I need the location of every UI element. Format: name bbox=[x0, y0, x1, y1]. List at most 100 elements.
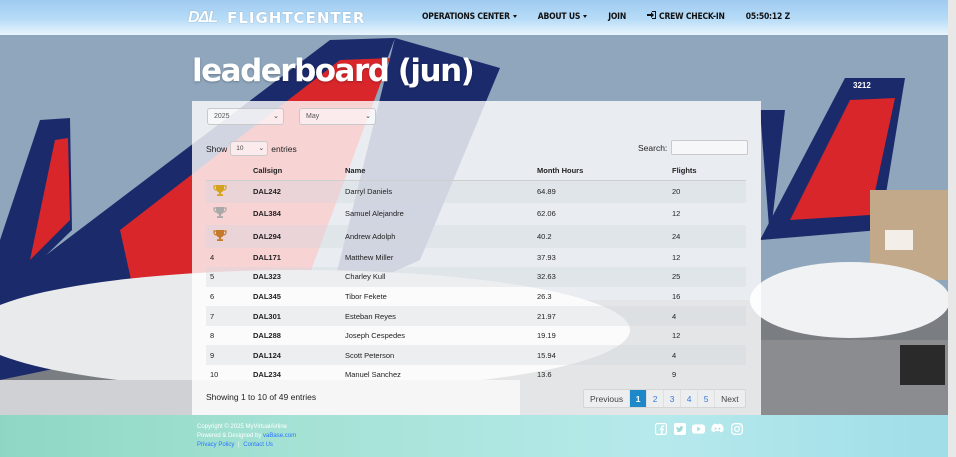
pagination-page-1[interactable]: 1 bbox=[630, 390, 648, 407]
pagination-page-3[interactable]: 3 bbox=[664, 390, 682, 407]
flights-cell: 9 bbox=[672, 370, 677, 380]
nav-about-us[interactable]: ABOUT US bbox=[538, 12, 588, 22]
name-cell: Esteban Reyes bbox=[341, 306, 533, 326]
month-hours-cell: 64.89 bbox=[533, 180, 668, 203]
table-row: DAL242 Darryl Daniels 64.89 20 bbox=[206, 180, 746, 203]
rank-cell: 5 bbox=[206, 267, 249, 287]
leaderboard-panel: 2025 ⌄ May ⌄ Show 10 ⌄ entries Search: C… bbox=[192, 101, 761, 415]
footer: Copyright © 2025 MyVirtualAirline Powere… bbox=[0, 415, 948, 457]
column-header-rank[interactable] bbox=[206, 161, 249, 181]
pagination-next[interactable]: Next bbox=[715, 390, 744, 407]
copyright: Copyright © 2025 MyVirtualAirline bbox=[197, 424, 288, 430]
flights-cell: 20 bbox=[668, 180, 746, 203]
name-cell: Matthew Miller bbox=[345, 252, 394, 262]
designed-by-label: Powered & Designed by bbox=[197, 433, 262, 439]
name-cell: Darryl Daniels bbox=[341, 180, 533, 203]
table-row: 10 DAL234 Manuel Sanchez 13.6 9 bbox=[206, 365, 746, 385]
rank-cell bbox=[206, 180, 249, 203]
month-hours-cell: 21.97 bbox=[533, 306, 668, 326]
privacy-policy-link[interactable]: Privacy Policy bbox=[197, 442, 234, 448]
rank-cell: 6 bbox=[210, 291, 215, 301]
pagination: Previous 1 2 3 4 5 Next bbox=[583, 389, 746, 408]
name-cell: Andrew Adolph bbox=[341, 225, 533, 248]
designed-by-link[interactable]: vaBase.com bbox=[263, 433, 296, 439]
nav-links: OPERATIONS CENTER ABOUT US JOIN CREW CHE… bbox=[422, 11, 790, 22]
month-hours-cell: 37.93 bbox=[537, 252, 556, 262]
pagination-page-5[interactable]: 5 bbox=[698, 390, 716, 407]
nav-operations-center[interactable]: OPERATIONS CENTER bbox=[422, 12, 517, 22]
flights-cell: 12 bbox=[672, 209, 681, 219]
flights-cell: 24 bbox=[668, 225, 746, 248]
chevron-down-icon: ⌄ bbox=[258, 145, 265, 152]
leaderboard-table: Callsign Name Month Hours Flights DAL242… bbox=[206, 161, 746, 385]
flights-cell: 4 bbox=[668, 306, 746, 326]
callsign-cell: DAL124 bbox=[249, 345, 341, 366]
table-header-row: Callsign Name Month Hours Flights bbox=[206, 161, 746, 181]
rank-cell: 10 bbox=[210, 370, 219, 380]
pagination-page-4[interactable]: 4 bbox=[681, 390, 699, 407]
table-body: DAL242 Darryl Daniels 64.89 20 DAL384 Samuel … bbox=[206, 180, 746, 385]
facebook-icon[interactable] bbox=[654, 422, 667, 435]
rank-cell: 7 bbox=[206, 306, 249, 326]
table-info: Showing 1 to 10 of 49 entries bbox=[206, 392, 317, 402]
rank-cell: 9 bbox=[206, 345, 249, 366]
flights-cell: 12 bbox=[672, 252, 681, 262]
table-row: 7 DAL301 Esteban Reyes 21.97 4 bbox=[206, 306, 746, 326]
discord-icon[interactable] bbox=[711, 422, 724, 435]
month-hours-cell: 40.2 bbox=[533, 225, 668, 248]
chevron-down-icon: ⌄ bbox=[273, 113, 279, 120]
youtube-icon[interactable] bbox=[692, 422, 705, 435]
contact-us-link[interactable]: Contact Us bbox=[243, 442, 273, 448]
pagination-page-2[interactable]: 2 bbox=[647, 390, 665, 407]
pagination-previous[interactable]: Previous bbox=[584, 390, 631, 407]
year-select[interactable]: 2025 ⌄ bbox=[207, 108, 284, 125]
social-links bbox=[654, 422, 743, 435]
table-row: 9 DAL124 Scott Peterson 15.94 4 bbox=[206, 345, 746, 366]
month-hours-cell: 19.19 bbox=[537, 331, 556, 341]
search-input[interactable] bbox=[671, 140, 749, 155]
callsign-cell: DAL234 bbox=[253, 370, 281, 380]
table-row: 5 DAL323 Charley Kull 32.63 25 bbox=[206, 267, 746, 287]
nav-crew-check-in[interactable]: CREW CHECK-IN bbox=[647, 11, 725, 22]
column-header-month-hours[interactable]: Month Hours bbox=[533, 161, 668, 181]
caret-down-icon bbox=[583, 15, 588, 18]
table-row: 4 DAL171 Matthew Miller 37.93 12 bbox=[206, 248, 746, 268]
name-cell: Scott Peterson bbox=[341, 345, 533, 366]
month-select[interactable]: May ⌄ bbox=[299, 108, 376, 125]
callsign-cell: DAL242 bbox=[249, 180, 341, 203]
instagram-icon[interactable] bbox=[730, 422, 743, 435]
month-hours-cell: 13.6 bbox=[537, 370, 552, 380]
column-header-name[interactable]: Name bbox=[341, 161, 533, 181]
brand-name: FLIGHTCENTER bbox=[227, 9, 366, 27]
trophy-gold-icon bbox=[213, 184, 227, 199]
trophy-bronze-icon bbox=[213, 229, 227, 244]
svg-text:3212: 3212 bbox=[853, 81, 871, 90]
flights-cell: 4 bbox=[668, 345, 746, 366]
caret-down-icon bbox=[512, 15, 517, 18]
utc-clock: 05:50:12 Z bbox=[745, 11, 790, 22]
flights-cell: 16 bbox=[672, 291, 681, 301]
top-navbar: DΔL FLIGHTCENTER OPERATIONS CENTER ABOUT… bbox=[0, 0, 948, 35]
callsign-cell: DAL384 bbox=[253, 209, 281, 219]
nav-join[interactable]: JOIN bbox=[608, 12, 626, 22]
callsign-cell: DAL301 bbox=[249, 306, 341, 326]
flights-cell: 12 bbox=[672, 331, 681, 341]
rank-cell: 8 bbox=[210, 331, 215, 341]
table-row: 6 DAL345 Tibor Fekete 26.3 16 bbox=[206, 287, 746, 307]
table-row: 8 DAL288 Joseph Cespedes 19.19 12 bbox=[206, 326, 746, 346]
brand[interactable]: DΔL FLIGHTCENTER bbox=[188, 9, 365, 27]
chevron-down-icon: ⌄ bbox=[365, 113, 371, 120]
name-cell: Tibor Fekete bbox=[345, 291, 387, 301]
page-title: leaderboard (jun) bbox=[192, 53, 475, 89]
column-header-callsign[interactable]: Callsign bbox=[249, 161, 341, 181]
entries-length-select[interactable]: 10 ⌄ bbox=[230, 141, 269, 156]
table-row: DAL384 Samuel Alejandre 62.06 12 bbox=[206, 203, 746, 226]
search-control: Search: bbox=[638, 140, 749, 155]
name-cell: Charley Kull bbox=[341, 267, 533, 287]
month-hours-cell: 15.94 bbox=[533, 345, 668, 366]
month-hours-cell: 32.63 bbox=[533, 267, 668, 287]
column-header-flights[interactable]: Flights bbox=[668, 161, 746, 181]
name-cell: Joseph Cespedes bbox=[345, 331, 406, 341]
twitter-icon[interactable] bbox=[673, 422, 686, 435]
window-scrollbar[interactable] bbox=[948, 0, 956, 457]
